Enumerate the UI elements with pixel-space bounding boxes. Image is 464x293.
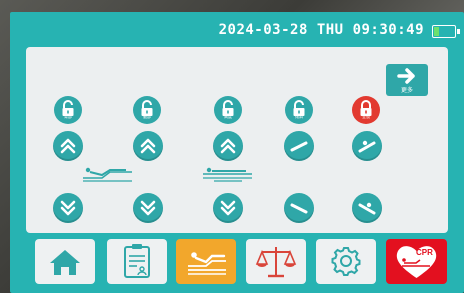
more-button[interactable]: 更多 (386, 64, 428, 96)
side-tilt-up-icon (358, 140, 376, 153)
double-chevron-up-icon (220, 138, 236, 154)
lock-leg-button[interactable]: 腿部 (133, 96, 161, 124)
lock-label: 倾斜 (295, 114, 303, 119)
tab-bed-control[interactable] (176, 239, 236, 284)
back-down-button[interactable] (53, 193, 83, 223)
more-label: 更多 (400, 88, 413, 94)
double-chevron-up-icon (60, 138, 76, 154)
tab-scale[interactable] (246, 239, 306, 284)
battery-level (434, 27, 439, 36)
tilt-down-icon (290, 203, 308, 214)
lock-height-button[interactable]: 高度 (214, 96, 242, 124)
double-chevron-down-icon (220, 200, 236, 216)
double-chevron-up-icon (140, 138, 156, 154)
tilt-head-up-button[interactable] (284, 131, 314, 161)
bed-control-icon (188, 252, 226, 275)
lock-back-button[interactable]: 背部 (54, 96, 82, 124)
cpr-label: CPR (416, 248, 433, 257)
lock-label: 腿部 (143, 114, 151, 119)
leg-down-button[interactable] (133, 193, 163, 223)
patient-record-icon (124, 244, 150, 278)
battery-icon (432, 25, 460, 38)
height-bed-icon (203, 167, 252, 182)
home-icon (50, 250, 80, 275)
bottom-tab-bar: CPR (35, 239, 459, 287)
tilt-up-icon (290, 141, 308, 152)
side-tilt-down-icon (358, 202, 376, 215)
tab-home[interactable] (35, 239, 95, 284)
scale-icon (255, 247, 297, 278)
back-up-button[interactable] (53, 131, 83, 161)
double-chevron-down-icon (140, 200, 156, 216)
lock-tilt-button[interactable]: 倾斜 (285, 96, 313, 124)
status-date: 2024-03-28 (218, 22, 308, 38)
status-time: 09:30:49 (352, 22, 424, 38)
tab-settings[interactable] (316, 239, 376, 284)
lock-all-button[interactable]: 全锁 (352, 96, 380, 124)
double-chevron-down-icon (60, 200, 76, 216)
height-down-button[interactable] (213, 193, 243, 223)
back-section-bed-icon (83, 167, 132, 182)
leg-up-button[interactable] (133, 131, 163, 161)
settings-icon (331, 247, 361, 276)
side-tilt-down-button[interactable] (352, 193, 382, 223)
height-up-button[interactable] (213, 131, 243, 161)
side-tilt-up-button[interactable] (352, 131, 382, 161)
tilt-head-down-button[interactable] (284, 193, 314, 223)
status-clock: 2024-03-28 THU 09:30:49 (219, 22, 424, 38)
lock-label: 背部 (64, 114, 72, 119)
cpr-icon (396, 246, 437, 278)
status-weekday: THU (316, 22, 344, 38)
lock-label: 高度 (224, 114, 232, 119)
tab-patient-record[interactable] (107, 239, 167, 284)
lock-label: 全锁 (362, 114, 370, 119)
tab-cpr[interactable]: CPR (386, 239, 447, 284)
